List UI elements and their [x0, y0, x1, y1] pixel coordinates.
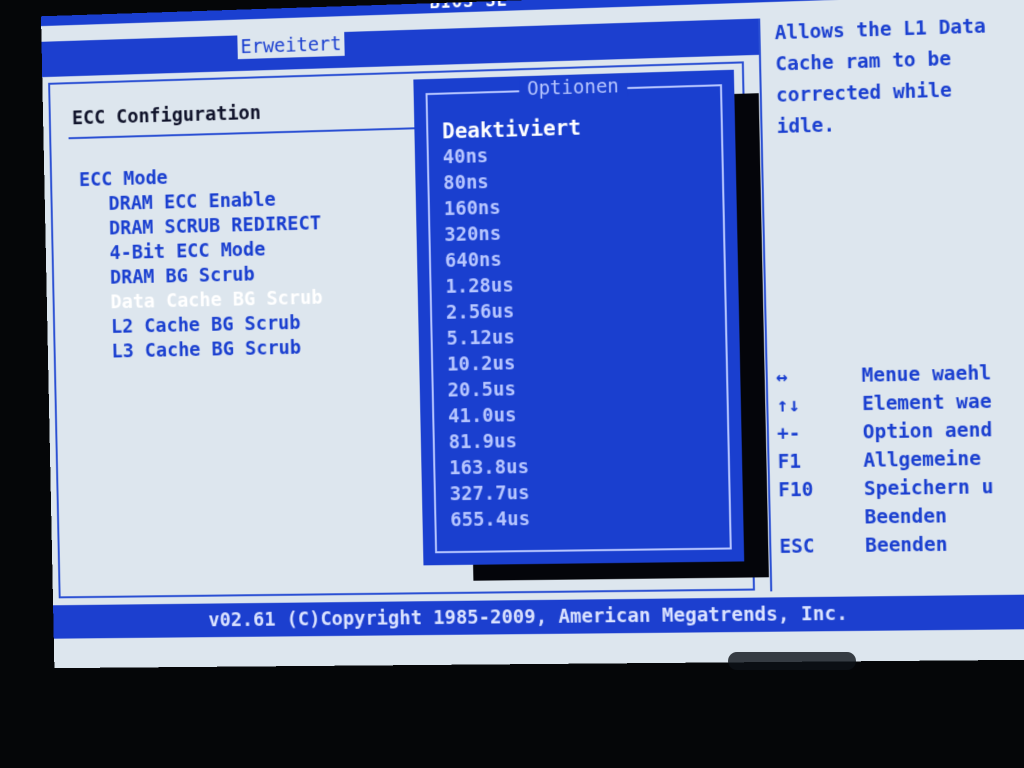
- key-row: Beenden: [779, 501, 995, 532]
- option-item[interactable]: 40ns: [442, 141, 581, 171]
- key-description: Beenden: [864, 505, 947, 528]
- key-description: Beenden: [865, 534, 948, 557]
- options-dropdown: Optionen Deaktiviert 40ns 80ns 160ns 320…: [413, 70, 744, 566]
- help-text: Allows the L1 Data Cache ram to be corre…: [774, 10, 1023, 143]
- option-item[interactable]: 640ns: [445, 245, 584, 274]
- left-right-arrow-icon: ↔: [776, 365, 862, 389]
- key-description: Menue waehl: [861, 362, 991, 387]
- key-f1: F1: [777, 450, 863, 474]
- key-row: ↑↓ Element wae: [776, 387, 992, 419]
- option-item[interactable]: 320ns: [444, 219, 583, 248]
- option-item[interactable]: 163.8us: [449, 453, 588, 481]
- tab-erweitert[interactable]: Erweitert: [237, 32, 344, 59]
- option-item[interactable]: Deaktiviert: [442, 115, 581, 145]
- monitor-bezel-logo: [728, 652, 856, 670]
- key-row: F1 Allgemeine: [777, 444, 993, 476]
- help-panel: Allows the L1 Data Cache ram to be corre…: [758, 10, 1024, 592]
- key-row: ↔ Menue waehl: [776, 359, 992, 391]
- key-description: Element wae: [862, 391, 992, 416]
- key-f10: F10: [778, 478, 864, 502]
- menu-item-l3-cache-bg-scrub[interactable]: L3 Cache BG Scrub: [82, 335, 323, 365]
- key-row: +- Option aend: [777, 416, 993, 448]
- up-down-arrow-icon: ↑↓: [776, 393, 862, 417]
- key-description: Speichern u: [864, 476, 994, 500]
- key-row: ESC Beenden: [779, 530, 995, 561]
- option-item[interactable]: 1.28us: [445, 271, 584, 300]
- plus-minus-icon: +-: [777, 421, 863, 445]
- status-bar: v02.61 (C)Copyright 1985-2009, American …: [53, 595, 1024, 639]
- options-list: Deaktiviert 40ns 80ns 160ns 320ns 640ns …: [442, 115, 589, 534]
- settings-list: ECC Mode DRAM ECC Enable DRAM SCRUB REDI…: [79, 162, 324, 365]
- option-item[interactable]: 5.12us: [446, 323, 585, 352]
- option-item[interactable]: 655.4us: [450, 505, 589, 533]
- dropdown-title: Optionen: [519, 75, 627, 100]
- option-item[interactable]: 80ns: [443, 167, 582, 197]
- bios-screen: BIOS SE Erweitert ECC Configuration ECC …: [41, 0, 1024, 668]
- option-item[interactable]: 327.7us: [449, 479, 588, 507]
- copyright-text: v02.61 (C)Copyright 1985-2009, American …: [208, 597, 848, 638]
- key-blank: [779, 517, 865, 518]
- option-item[interactable]: 81.9us: [448, 427, 587, 455]
- option-item[interactable]: 10.2us: [447, 349, 586, 378]
- section-title: ECC Configuration: [72, 102, 261, 129]
- option-item[interactable]: 41.0us: [448, 401, 587, 429]
- key-legend: ↔ Menue waehl ↑↓ Element wae +- Option a…: [776, 359, 995, 561]
- key-row: F10 Speichern u: [778, 473, 994, 505]
- bios-title: BIOS SE: [429, 0, 508, 13]
- key-description: Allgemeine: [863, 448, 981, 472]
- option-item[interactable]: 2.56us: [446, 297, 585, 326]
- option-item[interactable]: 20.5us: [447, 375, 586, 404]
- key-esc: ESC: [779, 535, 865, 558]
- option-item[interactable]: 160ns: [444, 193, 583, 223]
- key-description: Option aend: [863, 419, 993, 444]
